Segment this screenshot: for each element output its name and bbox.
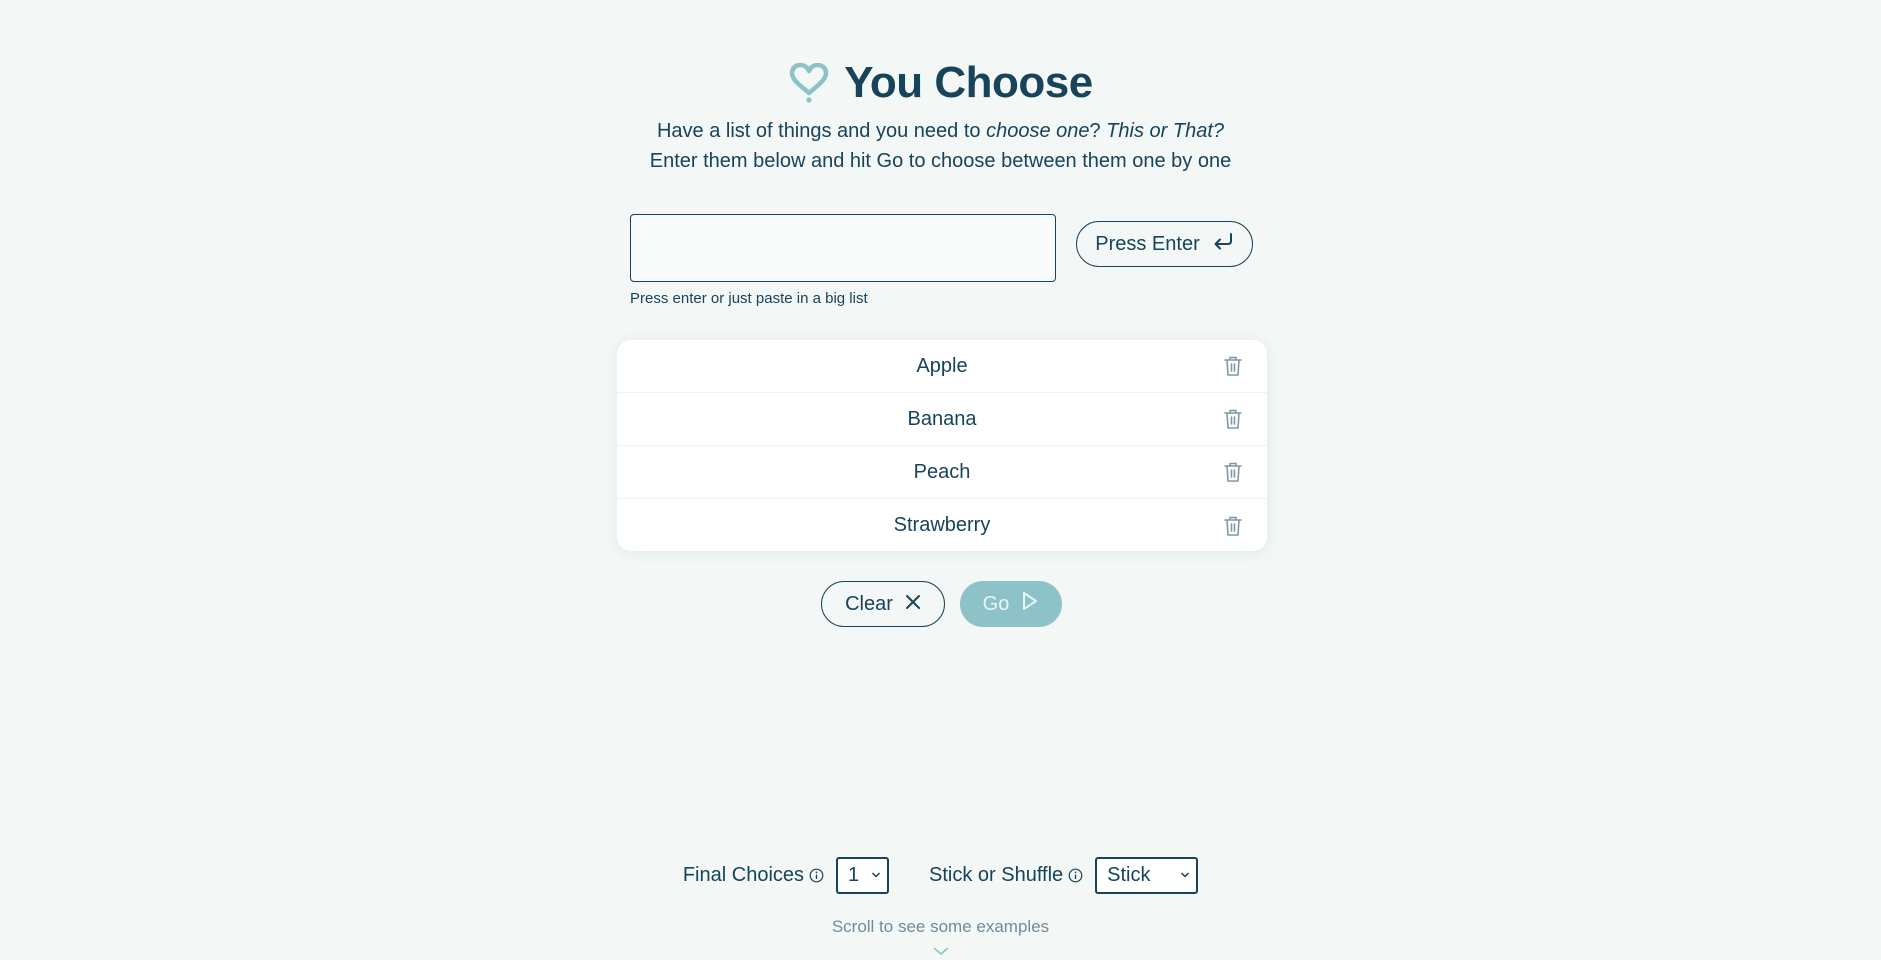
subtitle-text: Have a list of things and you need to bbox=[656, 120, 987, 142]
press-enter-button[interactable]: Press Enter bbox=[1076, 221, 1253, 267]
subtitle-question: ? bbox=[1089, 120, 1107, 142]
subtitle-emphasis: choose one bbox=[986, 120, 1090, 142]
list-item-label: Apple bbox=[916, 354, 968, 377]
final-choices-label: Final Choices bbox=[682, 864, 805, 886]
scroll-hint: Scroll to see some examples bbox=[831, 917, 1050, 936]
trash-icon[interactable] bbox=[1223, 408, 1243, 430]
subtitle-emphasis: This or That? bbox=[1106, 120, 1225, 142]
clear-button[interactable]: Clear bbox=[821, 581, 945, 627]
subtitle-line-2: Enter them below and hit Go to choose be… bbox=[649, 150, 1232, 172]
heart-logo-icon bbox=[788, 63, 830, 103]
final-choices-select[interactable]: 1 bbox=[836, 857, 890, 894]
list-item: Strawberry bbox=[617, 499, 1267, 552]
play-icon bbox=[1021, 591, 1039, 617]
list-item-label: Strawberry bbox=[893, 514, 991, 536]
subtitle: Have a list of things and you need to ch… bbox=[0, 116, 1881, 176]
list-item-label: Peach bbox=[913, 460, 971, 483]
final-choices-select-wrap: 1 bbox=[836, 857, 890, 894]
clear-label: Clear bbox=[845, 592, 893, 615]
go-label: Go bbox=[982, 592, 1010, 615]
subtitle-line-1: Have a list of things and you need to ch… bbox=[0, 116, 1881, 146]
list-item: Peach bbox=[617, 446, 1267, 499]
stick-shuffle-label: Stick or Shuffle bbox=[929, 864, 1064, 886]
go-button[interactable]: Go bbox=[960, 581, 1062, 627]
trash-icon[interactable] bbox=[1223, 515, 1243, 537]
stick-shuffle-select-wrap: Stick bbox=[1095, 857, 1199, 894]
enter-icon bbox=[1212, 232, 1234, 256]
choices-list: Apple Banana Peach Strawberry bbox=[617, 340, 1267, 551]
trash-icon[interactable] bbox=[1223, 355, 1243, 377]
stick-shuffle-select[interactable]: Stick bbox=[1095, 857, 1199, 894]
list-item: Apple bbox=[617, 340, 1267, 393]
page-title: You Choose bbox=[844, 58, 1093, 107]
stick-shuffle-value: Stick bbox=[1107, 864, 1151, 886]
chevron-down-icon[interactable] bbox=[932, 945, 950, 957]
list-item: Banana bbox=[617, 393, 1267, 446]
info-icon[interactable] bbox=[804, 868, 836, 883]
final-choices-value: 1 bbox=[848, 864, 860, 886]
entry-hint: Press enter or just paste in a big list bbox=[630, 290, 868, 307]
list-item-label: Banana bbox=[907, 407, 977, 430]
page: You Choose Have a list of things and you… bbox=[0, 0, 1881, 960]
item-entry-input[interactable] bbox=[630, 214, 1056, 282]
press-enter-label: Press Enter bbox=[1095, 232, 1200, 255]
final-choices-setting: Final Choices 1 bbox=[682, 857, 890, 894]
close-icon bbox=[905, 593, 921, 616]
info-icon[interactable] bbox=[1063, 868, 1095, 883]
header: You Choose bbox=[0, 58, 1881, 108]
trash-icon[interactable] bbox=[1223, 461, 1243, 483]
stick-shuffle-setting: Stick or Shuffle Stick bbox=[929, 857, 1199, 894]
settings-bar: Final Choices 1 Stick or Shuffle Stick bbox=[0, 857, 1881, 894]
